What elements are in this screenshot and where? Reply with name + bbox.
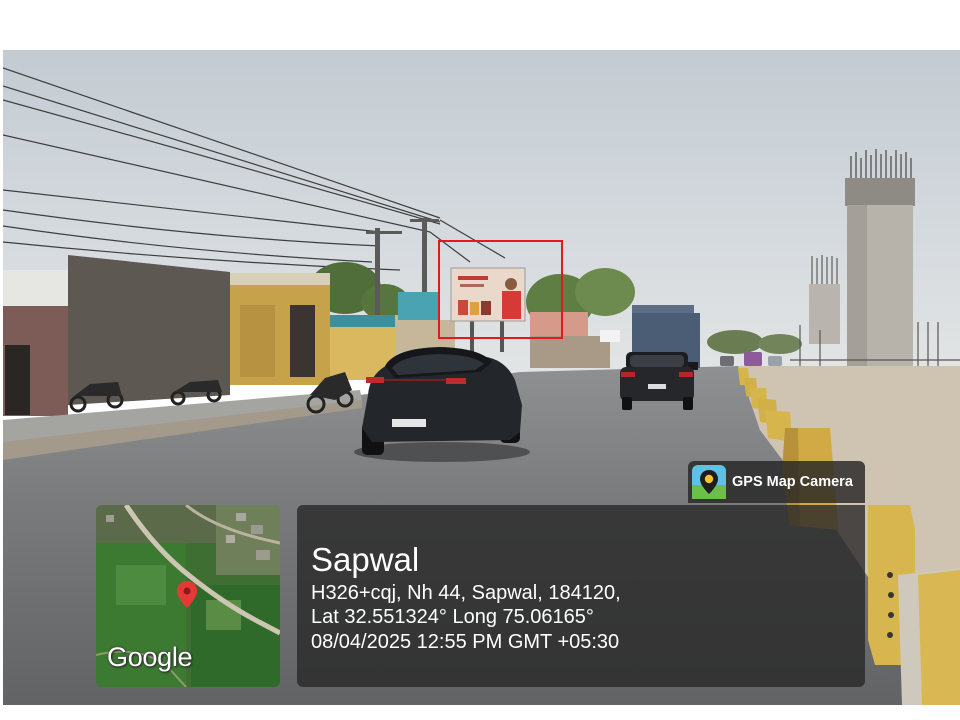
sedan-number-plate (648, 384, 666, 389)
building-door (5, 345, 30, 415)
app-badge: GPS Map Camera (688, 461, 865, 503)
billboard-post (500, 320, 504, 352)
place-name: Sapwal (311, 541, 420, 578)
suv-tail-light (446, 378, 466, 384)
white-building (3, 270, 68, 306)
shop-opening (290, 305, 315, 377)
small-pillar (809, 284, 840, 344)
white-sign (600, 330, 620, 342)
big-pillar-collar (845, 178, 915, 206)
sedan-wheel (683, 397, 693, 410)
shop-sign-band (230, 273, 330, 285)
sedan-tail-light (679, 372, 693, 377)
map-provider-logo: Google (107, 642, 193, 672)
billboard-product (458, 300, 468, 315)
location-map-thumbnail: Google (96, 505, 280, 687)
timestamp-line: 08/04/2025 12:55 PM GMT +05:30 (311, 631, 620, 653)
billboard-product (481, 301, 491, 315)
suv-number-plate (392, 419, 426, 427)
sedan-wheel (622, 397, 632, 410)
billboard-tagline (460, 284, 484, 287)
coordinates-line: Lat 32.551324° Long 75.06165° (311, 606, 594, 628)
billboard-headline (458, 276, 488, 280)
billboard-model-shirt (502, 291, 521, 319)
gps-map-camera-icon (692, 465, 726, 499)
billboard-product (470, 302, 479, 315)
address-line: H326+cqj, Nh 44, Sapwal, 184120, (311, 582, 621, 604)
app-badge-label: GPS Map Camera (732, 474, 853, 490)
shop-shutter (240, 305, 275, 377)
big-pillar-shade (847, 205, 867, 385)
sedan-tail-light (621, 372, 635, 377)
sedan-rear-window (630, 355, 684, 367)
teal-shop-sign (330, 315, 395, 327)
location-info-panel: Sapwal H326+cqj, Nh 44, Sapwal, 184120, … (297, 505, 865, 687)
suv-light-bar (384, 379, 446, 381)
billboard-model-head (505, 278, 517, 290)
pink-shop-sign (530, 312, 588, 336)
billboard-post (470, 320, 474, 352)
far-shop (530, 336, 610, 368)
suv-tail-light (366, 377, 384, 383)
teal-signboard (398, 292, 438, 320)
